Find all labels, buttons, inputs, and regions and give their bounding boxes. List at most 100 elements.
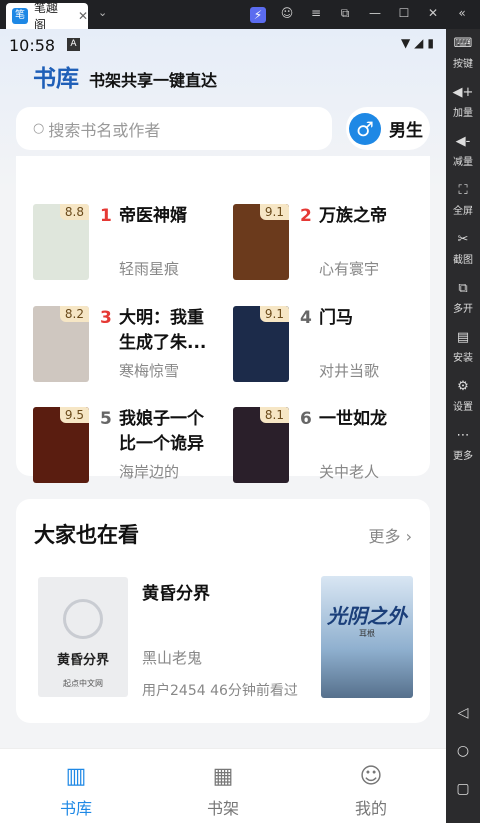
bottom-navigation: ▥ 书库 ▦ 书架 ☺ 我的: [0, 748, 446, 823]
side-button-4[interactable]: ✂ 截图: [446, 231, 480, 266]
book-cover[interactable]: 8.1: [233, 407, 289, 483]
phone-screen: 10:58 A ▼◢▮ 书库 书架共享一键直达 ○ 搜索书名或作者 ♂ 男生 8…: [0, 29, 446, 823]
cover-title: 黄昏分界: [56, 653, 109, 668]
side-button-icon: ▤: [456, 330, 470, 345]
app-tab[interactable]: 笔 笔趣阁 ✕: [6, 1, 88, 32]
book-cover[interactable]: 8.8: [33, 204, 89, 280]
side-button-label: 安装: [453, 353, 473, 364]
book-score: 8.1: [259, 407, 289, 423]
side-button-label: 多开: [453, 304, 473, 315]
side-button-label: 加量: [453, 108, 473, 119]
book-score: 9.1: [259, 306, 289, 322]
side-button-7[interactable]: ⚙ 设置: [446, 378, 480, 413]
bookshelf-icon: ▦: [212, 764, 234, 789]
back-icon[interactable]: ◁: [446, 705, 480, 721]
side-button-3[interactable]: ⛶ 全屏: [446, 182, 480, 217]
accelerator-icon[interactable]: ⚡: [250, 7, 266, 23]
recommended-book-author: 黑山老鬼: [142, 649, 203, 667]
signal-battery-icons: ▼◢▮: [400, 36, 438, 50]
ranking-item[interactable]: 8.8 1 帝医神婿 轻雨星痕: [16, 204, 216, 284]
ranking-item[interactable]: 9.1 4 门马对井当歌: [216, 306, 416, 386]
emulator-side-toolbar: ⌨ 按键 ◀+ 加量 ◀- 减量 ⛶ 全屏 ✂ 截图 ⧉ 多开 ▤ 安装 ⚙ 设置 ⋯ 更多 ◁ ○ ▢: [446, 29, 480, 823]
ranking-item[interactable]: 9.1 2 万族之帝 心有寰宇: [216, 204, 416, 284]
library-icon: ▥: [65, 764, 87, 789]
side-button-0[interactable]: ⌨ 按键: [446, 35, 480, 70]
status-time: 10:58: [9, 36, 56, 55]
tab-close-icon[interactable]: ✕: [78, 9, 88, 23]
section-heading: 大家也在看: [34, 523, 139, 547]
side-button-5[interactable]: ⧉ 多开: [446, 280, 480, 315]
book-rank: 3: [100, 308, 112, 328]
side-button-6[interactable]: ▤ 安装: [446, 329, 480, 364]
side-button-label: 减量: [453, 157, 473, 168]
more-link[interactable]: 更多 ›: [368, 523, 412, 547]
restore-icon[interactable]: ⧉: [336, 6, 354, 21]
book-rank: 1: [100, 206, 112, 226]
book-cover[interactable]: 9.1: [233, 204, 289, 280]
book-title[interactable]: 帝医神婿: [119, 204, 214, 229]
book-cover[interactable]: 9.5: [33, 407, 89, 483]
side-button-2[interactable]: ◀- 减量: [446, 133, 480, 168]
side-button-icon: ◀-: [455, 134, 471, 149]
side-button-icon: ✂: [457, 232, 469, 247]
recents-icon[interactable]: ▢: [446, 781, 480, 797]
side-button-label: 更多: [453, 451, 473, 462]
account-icon[interactable]: ☺: [278, 6, 296, 20]
home-icon[interactable]: ○: [446, 743, 480, 759]
side-button-1[interactable]: ◀+ 加量: [446, 84, 480, 119]
gender-label: 男生: [389, 121, 423, 141]
side-button-label: 按键: [453, 59, 473, 70]
nav-tab-2[interactable]: ☺ 我的: [331, 763, 411, 819]
book-cover-left[interactable]: 黄昏分界 起点中文网: [38, 577, 128, 697]
book-cover[interactable]: 8.2: [33, 306, 89, 382]
nav-label: 我的: [354, 799, 387, 818]
ranking-item[interactable]: 8.2 3 大明：我重生成了朱... 寒梅惊雪: [16, 306, 216, 386]
cover-title: 光阴之外: [327, 604, 407, 628]
book-author: 对井当歌: [319, 362, 380, 380]
gender-toggle-button[interactable]: ♂ 男生: [346, 107, 430, 150]
also-watching-card: 大家也在看 更多 › 黄昏分界 起点中文网 黄昏分界 黑山老鬼 用户2454 4…: [16, 499, 430, 723]
side-button-8[interactable]: ⋯ 更多: [446, 427, 480, 462]
minimize-icon[interactable]: —: [366, 6, 384, 20]
book-title[interactable]: 万族之帝: [319, 204, 414, 229]
book-rank: 4: [300, 308, 312, 328]
book-rank: 5: [100, 409, 112, 429]
side-button-label: 全屏: [453, 206, 473, 217]
nav-tab-0[interactable]: ▥ 书库: [36, 763, 116, 819]
side-button-label: 截图: [453, 255, 473, 266]
collapse-sidebar-icon[interactable]: «: [453, 6, 471, 20]
menu-icon[interactable]: ≡: [307, 6, 325, 20]
recommended-book-stat: 用户2454 46分钟前看过: [142, 683, 298, 699]
book-rank: 2: [300, 206, 312, 226]
book-score: 8.8: [59, 204, 89, 220]
nav-tab-1[interactable]: ▦ 书架: [183, 763, 263, 819]
chevron-right-icon: ›: [405, 527, 412, 546]
book-title[interactable]: 我娘子一个比一个诡异: [119, 407, 214, 457]
book-title[interactable]: 一世如龙: [319, 407, 414, 432]
ranking-item[interactable]: 8.1 6 一世如龙 关中老人: [216, 407, 416, 487]
book-cover-right[interactable]: 光阴之外 耳根: [321, 576, 413, 698]
ranking-item[interactable]: 9.5 5 我娘子一个比一个诡异海岸边的: [16, 407, 216, 487]
maximize-icon[interactable]: ☐: [395, 6, 413, 20]
tab-menu-chevron-icon[interactable]: ⌄: [98, 6, 107, 19]
close-window-icon[interactable]: ✕: [424, 6, 442, 20]
book-title[interactable]: 大明：我重生成了朱...: [119, 306, 214, 356]
nav-label: 书库: [59, 799, 92, 818]
book-cover[interactable]: 9.1: [233, 306, 289, 382]
search-input[interactable]: ○ 搜索书名或作者: [16, 107, 332, 150]
male-icon: ♂: [349, 112, 381, 145]
side-button-icon: ⧉: [458, 281, 468, 296]
side-button-icon: ⋯: [456, 428, 470, 443]
window-titlebar: 笔 笔趣阁 ✕ ⌄ ⚡ ☺ ≡ ⧉ — ☐ ✕ «: [0, 0, 480, 32]
search-placeholder: 搜索书名或作者: [48, 120, 161, 140]
side-button-icon: ⛶: [458, 183, 468, 198]
page-header: 书库 书架共享一键直达: [33, 59, 217, 93]
book-title[interactable]: 门马: [319, 306, 414, 331]
recommended-book-title[interactable]: 黄昏分界: [142, 579, 210, 604]
book-score: 8.2: [59, 306, 89, 322]
side-button-label: 设置: [453, 402, 473, 413]
book-author: 海岸边的: [119, 463, 180, 481]
cover-emblem: [63, 599, 103, 639]
page-subtitle: 书架共享一键直达: [89, 71, 218, 90]
profile-icon: ☺: [359, 764, 383, 789]
